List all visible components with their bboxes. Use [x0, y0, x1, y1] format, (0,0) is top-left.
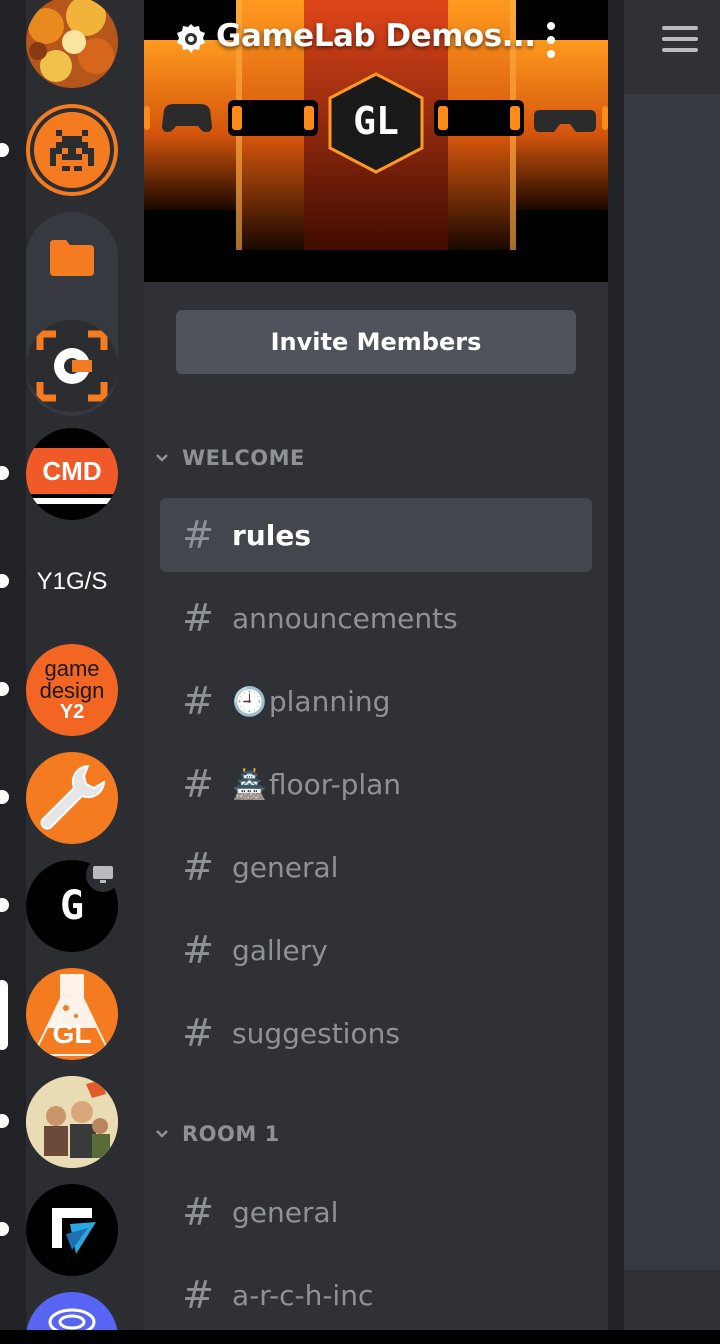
discord-app: CMD Y1G/S game design Y2 G GL GL GameLab…: [0, 0, 720, 1344]
server-icon-c[interactable]: [26, 320, 118, 412]
channel-gallery[interactable]: # gallery: [160, 913, 592, 987]
server-icon-photo[interactable]: [26, 1076, 118, 1168]
autumn-leaves-icon: [26, 0, 118, 88]
text-channel-icon: #: [182, 513, 214, 557]
text-channel-icon: #: [182, 679, 214, 723]
guild-name[interactable]: GameLab Demos...: [216, 18, 536, 54]
chat-peek[interactable]: [624, 0, 720, 1270]
channel-room1-general[interactable]: # general: [160, 1175, 592, 1249]
screen-share-badge: [86, 858, 120, 892]
text-channel-icon: #: [182, 596, 214, 640]
text-channel-icon: #: [182, 845, 214, 889]
server-icon-wrench[interactable]: [26, 752, 118, 844]
wrench-icon: [40, 764, 106, 830]
building-emoji-icon: 🏯: [232, 767, 267, 801]
server-icon-cmd[interactable]: CMD: [26, 428, 118, 520]
system-nav-bar: [0, 1330, 720, 1344]
server-icon-gamelab[interactable]: GL: [26, 968, 118, 1060]
g-label: G: [59, 883, 85, 929]
server-icon-t[interactable]: [26, 1184, 118, 1276]
server-rail-divider: [118, 0, 144, 1330]
channel-announcements[interactable]: # announcements: [160, 581, 592, 655]
t-logo-icon: [52, 1208, 96, 1254]
monitor-icon: [93, 866, 113, 883]
channel-a-r-c-h-inc[interactable]: # a-r-c-h-inc: [160, 1258, 592, 1330]
guild-header[interactable]: GameLab Demos...: [144, 0, 608, 80]
category-welcome[interactable]: WELCOME: [152, 438, 305, 478]
channel-suggestions[interactable]: # suggestions: [160, 996, 592, 1070]
chat-peek-footer: [624, 1270, 720, 1330]
channel-name: suggestions: [232, 1016, 400, 1050]
folder-toggle[interactable]: [26, 212, 118, 304]
cmd-label: CMD: [42, 456, 102, 486]
channel-name: rules: [232, 518, 311, 552]
game-design-line3: Y2: [59, 701, 85, 723]
game-design-line1: game: [44, 656, 100, 681]
banner-gl-logo: GL: [353, 99, 399, 143]
text-channel-icon: #: [182, 1190, 214, 1234]
unread-pill: [0, 466, 9, 480]
category-label: ROOM 1: [182, 1122, 280, 1146]
server-icon-autumn[interactable]: [26, 0, 118, 88]
text-channel-icon: #: [182, 1273, 214, 1317]
unread-pill: [0, 1114, 9, 1128]
text-channel-icon: #: [182, 762, 214, 806]
channel-general[interactable]: # general: [160, 830, 592, 904]
more-options-icon[interactable]: [536, 20, 566, 60]
unread-pill: [0, 682, 9, 696]
game-design-line2: design: [39, 678, 105, 703]
server-icon-game-design[interactable]: game design Y2: [26, 644, 118, 736]
selected-server-pill: [0, 980, 8, 1050]
group-photo-icon: [26, 1076, 118, 1168]
category-room-1[interactable]: ROOM 1: [152, 1114, 280, 1154]
server-rail: CMD Y1G/S game design Y2 G GL: [0, 0, 144, 1344]
chevron-down-icon: [156, 454, 168, 462]
category-label: WELCOME: [182, 446, 305, 470]
channel-panel: GL GameLab Demos... Invite Members WELCO…: [144, 0, 608, 1330]
folder-icon: [50, 240, 94, 276]
channel-rules[interactable]: # rules: [160, 498, 592, 572]
c-logo-icon: [36, 330, 108, 402]
channel-name: gallery: [232, 933, 328, 967]
community-badge-icon: [177, 24, 205, 53]
hamburger-menu-icon[interactable]: [662, 26, 698, 52]
unread-pill: [0, 1222, 9, 1236]
channel-name: a-r-c-h-inc: [232, 1278, 374, 1312]
unread-pill: [0, 574, 9, 588]
text-channel-icon: #: [182, 1011, 214, 1055]
channel-floor-plan[interactable]: # 🏯 floor-plan: [160, 747, 592, 821]
text-channel-icon: #: [182, 928, 214, 972]
channel-name: general: [232, 1195, 339, 1229]
unread-pill: [0, 143, 9, 157]
channel-name: announcements: [232, 601, 458, 635]
gamelab-label: GL: [52, 1018, 92, 1049]
channel-name: general: [232, 850, 339, 884]
clock-emoji-icon: 🕘: [232, 684, 267, 718]
channel-name: planning: [268, 684, 391, 718]
server-icon-y1gs[interactable]: Y1G/S: [26, 536, 118, 628]
channel-name: floor-plan: [268, 767, 402, 801]
y1gs-label: Y1G/S: [36, 568, 108, 595]
channel-planning[interactable]: # 🕘 planning: [160, 664, 592, 738]
server-icon-invader[interactable]: [26, 104, 118, 196]
chevron-down-icon: [156, 1130, 168, 1138]
unread-pill: [0, 790, 9, 804]
unread-pill: [0, 898, 9, 912]
space-invader-icon: [30, 108, 114, 192]
invite-members-button[interactable]: Invite Members: [176, 310, 576, 374]
